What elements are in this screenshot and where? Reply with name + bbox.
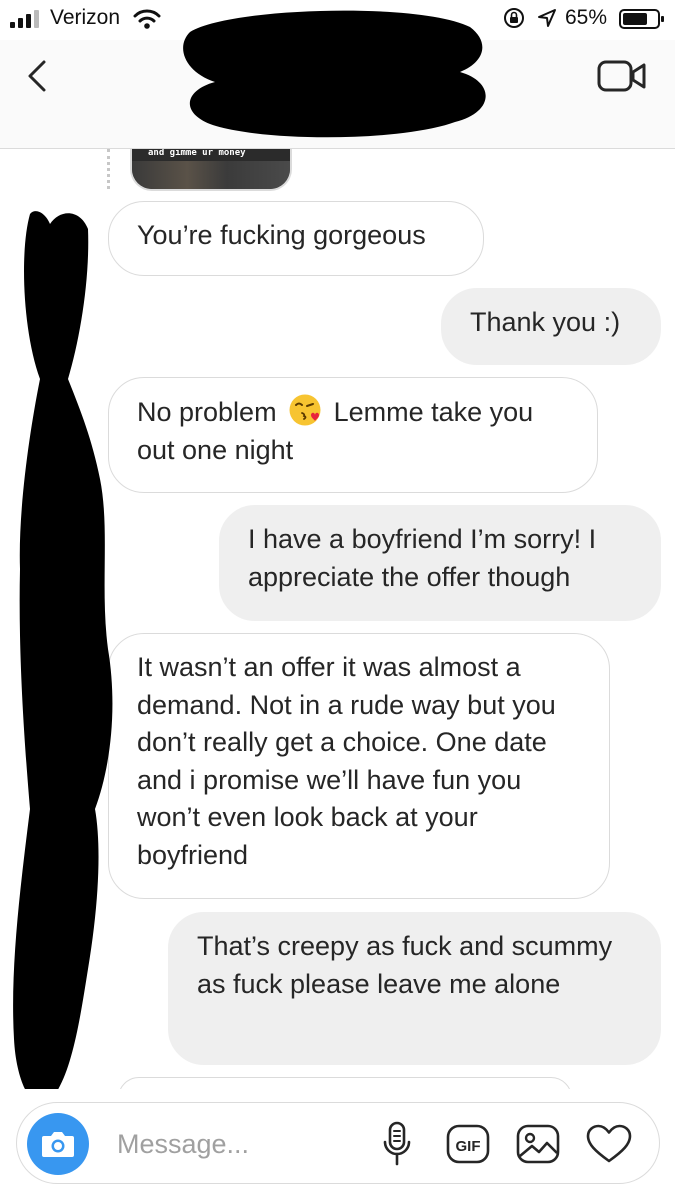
redacted-username <box>183 10 486 138</box>
gif-icon: GIF <box>446 1124 490 1164</box>
message-text: I have a boyfriend I’m sorry! I apprecia… <box>248 524 597 592</box>
conversation-header <box>0 10 675 149</box>
video-call-icon[interactable] <box>596 58 648 94</box>
message-bubble-incoming[interactable]: You’re fucking gorgeous <box>108 201 484 276</box>
redacted-avatar <box>13 211 113 1089</box>
message-text: It wasn’t an offer it was almost a deman… <box>137 652 556 870</box>
message-text: You’re fucking gorgeous <box>137 220 426 250</box>
face-blowing-kiss-emoji-icon <box>289 394 321 426</box>
microphone-icon[interactable] <box>381 1120 413 1168</box>
message-thread[interactable]: and gimme ur money You’re fucking gorgeo… <box>0 149 675 1089</box>
message-bubble-outgoing[interactable]: Thank you :) <box>441 288 661 365</box>
orientation-lock-icon <box>504 8 524 28</box>
message-text: Thank you :) <box>470 307 621 337</box>
story-image <box>132 161 290 189</box>
heart-icon[interactable] <box>585 1123 633 1165</box>
signal-strength-icon <box>10 10 39 28</box>
message-text: That’s creepy as fuck and scummy as fuck… <box>197 931 613 999</box>
camera-icon <box>42 1132 74 1157</box>
battery-percentage: 65% <box>565 6 608 29</box>
gif-label: GIF <box>456 1138 481 1155</box>
story-reply-thumbnail[interactable]: and gimme ur money <box>130 149 292 191</box>
battery-icon <box>619 9 664 29</box>
location-arrow-icon <box>538 9 556 27</box>
next-message-bubble-partial <box>118 1077 572 1089</box>
message-bubble-outgoing[interactable]: I have a boyfriend I’m sorry! I apprecia… <box>219 505 661 621</box>
story-reply-connector <box>107 149 114 189</box>
message-input[interactable] <box>115 1123 369 1165</box>
carrier-name: Verizon <box>50 6 121 29</box>
wifi-icon <box>133 9 161 29</box>
story-caption: and gimme ur money <box>148 149 246 158</box>
camera-button[interactable] <box>27 1113 89 1175</box>
message-bubble-incoming[interactable]: No problem Lemme take you out one night <box>108 377 598 493</box>
message-bubble-outgoing[interactable]: That’s creepy as fuck and scummy as fuck… <box>168 912 661 1065</box>
message-composer: GIF <box>16 1102 660 1184</box>
gallery-icon[interactable] <box>515 1123 561 1165</box>
gif-button[interactable]: GIF <box>445 1123 491 1165</box>
message-text: No problem <box>137 397 277 427</box>
message-bubble-incoming[interactable]: It wasn’t an offer it was almost a deman… <box>108 633 610 899</box>
chevron-left-icon[interactable] <box>18 54 58 98</box>
